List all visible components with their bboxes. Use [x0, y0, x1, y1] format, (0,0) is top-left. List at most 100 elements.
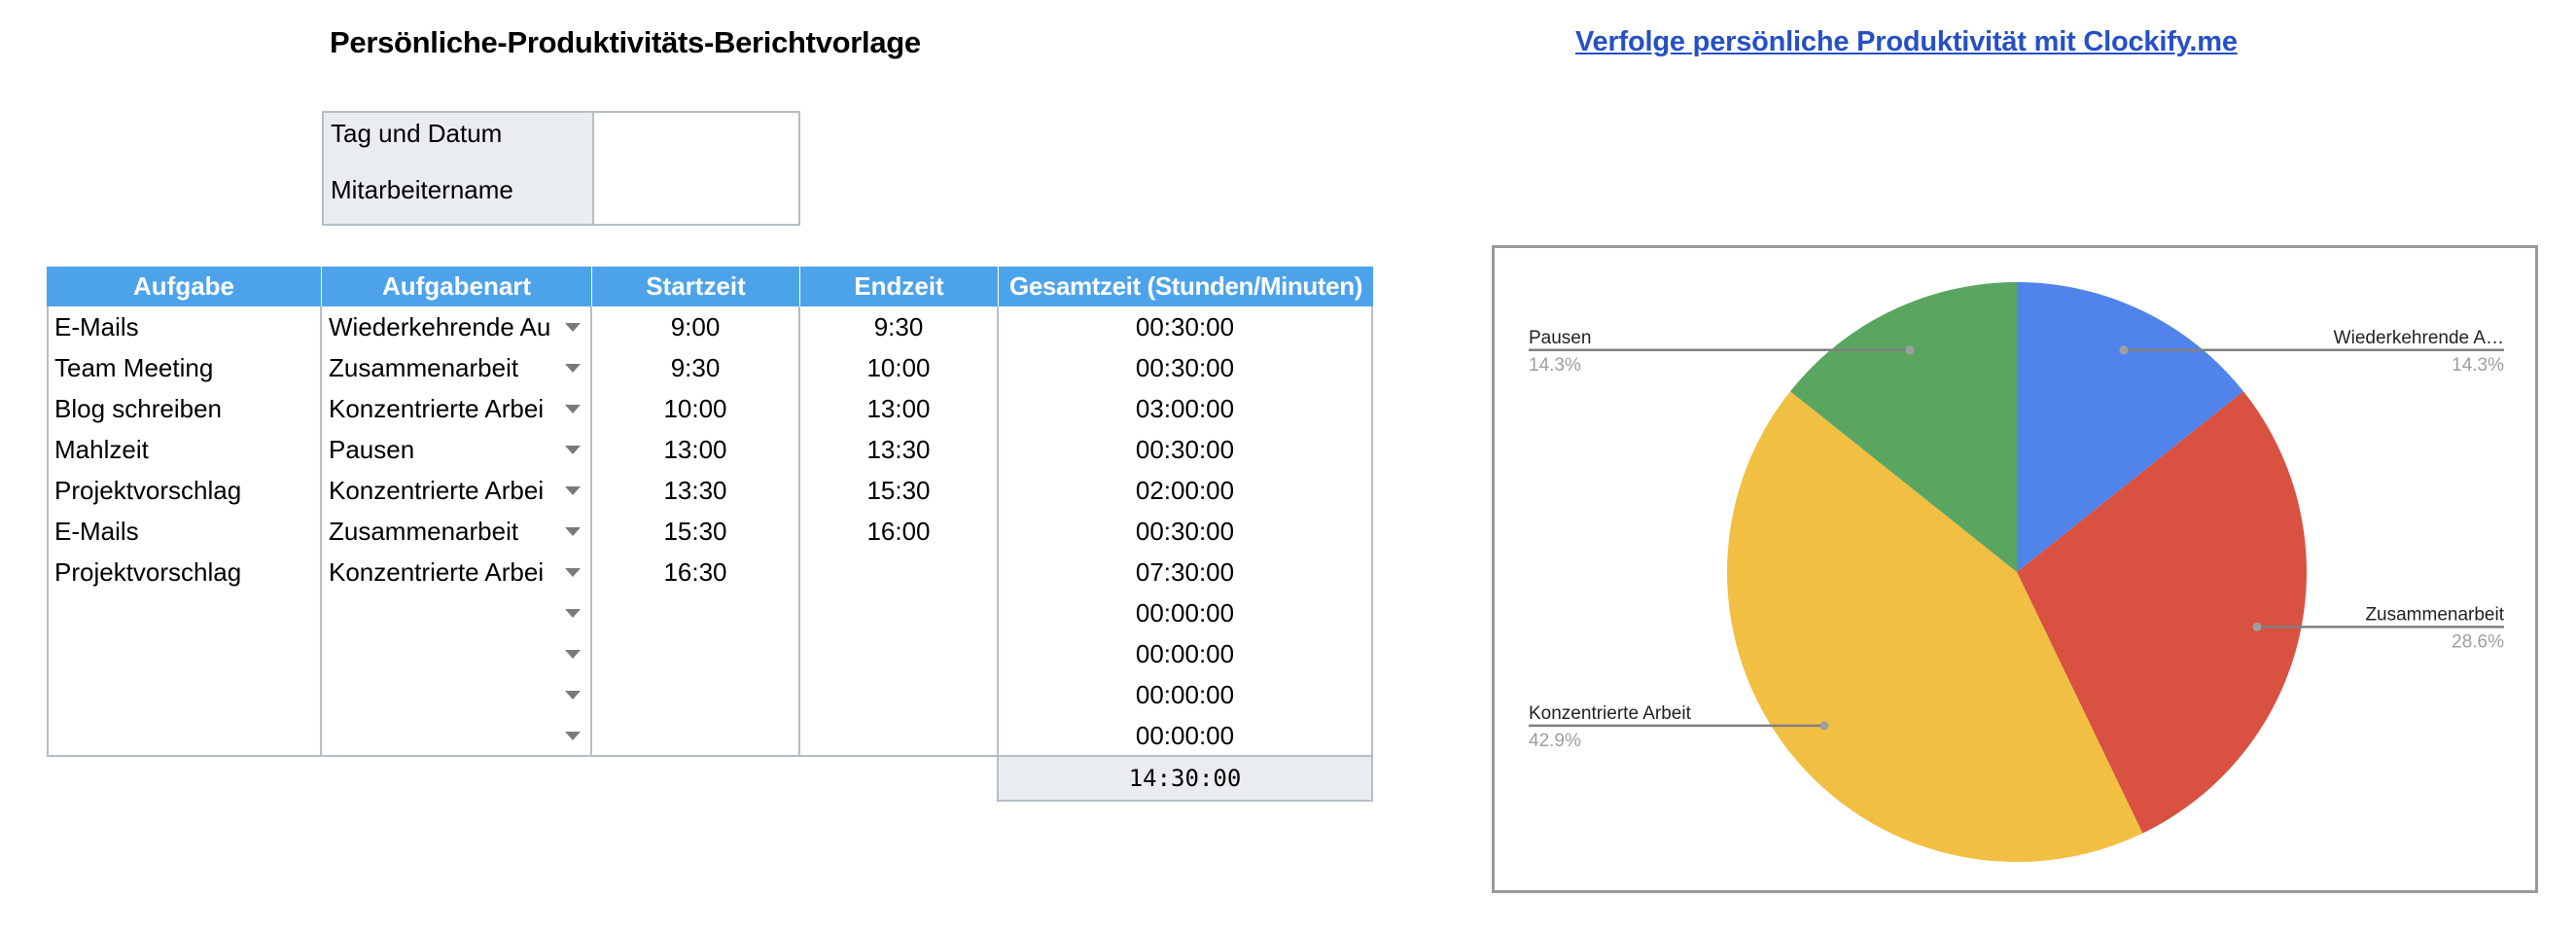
slice-label: Konzentrierte Arbeit	[1529, 703, 1692, 724]
slice-label: Pausen	[1529, 328, 1591, 348]
task-cell[interactable]: Projektvorschlag	[54, 552, 317, 592]
task-cell[interactable]: Mahlzeit	[54, 429, 317, 470]
task-type-cell[interactable]: Zusammenarbeit	[329, 347, 564, 388]
start-time-cell[interactable]	[592, 633, 798, 674]
start-time-cell[interactable]: 16:30	[592, 552, 798, 592]
dropdown-arrow-icon[interactable]	[565, 568, 581, 577]
table-row: Blog schreiben Konzentrierte Arbei 10:00 13…	[47, 388, 1373, 429]
dropdown-arrow-icon[interactable]	[565, 691, 581, 700]
start-time-cell[interactable]: 13:30	[592, 470, 798, 511]
dropdown-arrow-icon[interactable]	[565, 732, 581, 740]
column-header-gesamtzeit: Gesamtzeit (Stunden/Minuten)	[999, 267, 1373, 306]
column-header-startzeit: Startzeit	[592, 267, 799, 306]
end-time-cell[interactable]: 10:00	[800, 347, 997, 388]
total-time-cell: 00:30:00	[1135, 312, 1235, 341]
dropdown-arrow-icon[interactable]	[565, 323, 581, 332]
task-type-cell[interactable]: Konzentrierte Arbei	[329, 552, 564, 592]
total-time-cell: 03:00:00	[1135, 394, 1235, 423]
task-type-cell[interactable]	[329, 592, 564, 633]
column-header-aufgabe: Aufgabe	[47, 267, 321, 306]
table-row: Team Meeting Zusammenarbeit 9:30 10:00 00:30…	[47, 347, 1373, 388]
dropdown-arrow-icon[interactable]	[565, 609, 581, 618]
task-cell[interactable]: Blog schreiben	[54, 388, 317, 429]
start-time-cell[interactable]: 13:00	[592, 429, 798, 470]
table-row: 00:00:00	[47, 592, 1373, 633]
grand-total-value: 14:30:00	[1128, 765, 1242, 792]
grand-total-cell: 14:30:00	[997, 755, 1373, 802]
callout-anchor-dot	[2252, 622, 2262, 631]
total-time-cell: 00:00:00	[1135, 639, 1235, 668]
start-time-cell[interactable]: 9:00	[592, 306, 798, 347]
table-row: 00:00:00	[47, 715, 1373, 756]
end-time-cell[interactable]	[800, 552, 997, 592]
task-type-cell[interactable]: Konzentrierte Arbei	[329, 388, 564, 429]
slice-percent-label: 42.9%	[1529, 731, 1581, 751]
dropdown-arrow-icon[interactable]	[565, 527, 581, 536]
task-cell[interactable]: Projektvorschlag	[54, 470, 317, 511]
slice-label: Zusammenarbeit	[2365, 604, 2504, 625]
task-type-cell[interactable]: Pausen	[329, 429, 564, 470]
end-time-cell[interactable]	[800, 674, 997, 715]
task-cell[interactable]	[54, 674, 317, 715]
end-time-cell[interactable]: 13:30	[800, 429, 997, 470]
column-header-aufgabenart: Aufgabenart	[322, 267, 591, 306]
task-type-cell[interactable]: Konzentrierte Arbei	[329, 470, 564, 511]
info-box: Tag und Datum Mitarbeitername	[322, 111, 800, 226]
end-time-cell[interactable]: 16:00	[800, 511, 997, 552]
task-cell[interactable]	[54, 715, 317, 756]
table-row: 00:00:00	[47, 674, 1373, 715]
end-time-cell[interactable]: 13:00	[800, 388, 997, 429]
table-row: E-Mails Wiederkehrende Au 9:00 9:30 00:30:00	[47, 306, 1373, 347]
employee-name-field[interactable]	[594, 168, 798, 224]
start-time-cell[interactable]: 9:30	[592, 347, 798, 388]
task-cell[interactable]: E-Mails	[54, 306, 317, 347]
table-row: Mahlzeit Pausen 13:00 13:30 00:30:00	[47, 429, 1373, 470]
task-type-cell[interactable]	[329, 633, 564, 674]
start-time-cell[interactable]: 10:00	[592, 388, 798, 429]
table-row: 00:00:00	[47, 633, 1373, 674]
task-cell[interactable]: E-Mails	[54, 511, 317, 552]
start-time-cell[interactable]	[592, 674, 798, 715]
start-time-cell[interactable]	[592, 715, 798, 756]
task-type-cell[interactable]: Zusammenarbeit	[329, 511, 564, 552]
task-cell[interactable]: Team Meeting	[54, 347, 317, 388]
label-tag-und-datum: Tag und Datum	[331, 119, 503, 148]
end-time-cell[interactable]	[800, 592, 997, 633]
dropdown-arrow-icon[interactable]	[565, 405, 581, 413]
total-time-cell: 00:00:00	[1135, 680, 1235, 709]
total-time-cell: 00:30:00	[1135, 353, 1235, 382]
callout-anchor-dot	[1819, 721, 1829, 731]
total-time-cell: 00:30:00	[1135, 517, 1235, 546]
page-title: Persönliche-Produktivitäts-Berichtvorlag…	[330, 25, 921, 59]
total-time-cell: 00:30:00	[1135, 435, 1235, 464]
callout-anchor-dot	[2119, 345, 2129, 355]
start-time-cell[interactable]	[592, 592, 798, 633]
task-cell[interactable]	[54, 633, 317, 674]
date-field[interactable]	[594, 113, 798, 168]
dropdown-arrow-icon[interactable]	[565, 446, 581, 454]
end-time-cell[interactable]: 15:30	[800, 470, 997, 511]
end-time-cell[interactable]	[800, 715, 997, 756]
table-row: Projektvorschlag Konzentrierte Arbei 13:30…	[47, 470, 1373, 511]
pie-chart[interactable]: Wiederkehrende A… 14.3% Zusammenarbeit 28.6…	[1492, 245, 2538, 893]
table-row: E-Mails Zusammenarbeit 15:30 16:00 00:30:00	[47, 511, 1373, 552]
slice-percent-label: 14.3%	[1529, 355, 1581, 376]
label-mitarbeitername: Mitarbeitername	[331, 175, 513, 204]
info-labels: Tag und Datum Mitarbeitername	[324, 113, 594, 224]
end-time-cell[interactable]	[800, 633, 997, 674]
start-time-cell[interactable]: 15:30	[592, 511, 798, 552]
dropdown-arrow-icon[interactable]	[565, 486, 581, 495]
slice-label: Wiederkehrende A…	[2334, 328, 2504, 348]
task-type-cell[interactable]	[329, 715, 564, 756]
clockify-link[interactable]: Verfolge persönliche Produktivität mit C…	[1575, 26, 2238, 58]
end-time-cell[interactable]: 9:30	[800, 306, 997, 347]
task-type-cell[interactable]: Wiederkehrende Au	[329, 306, 564, 347]
task-cell[interactable]	[54, 592, 317, 633]
total-time-cell: 02:00:00	[1135, 476, 1235, 505]
slice-percent-label: 28.6%	[2452, 631, 2504, 652]
dropdown-arrow-icon[interactable]	[565, 650, 581, 659]
slice-percent-label: 14.3%	[2452, 355, 2504, 376]
dropdown-arrow-icon[interactable]	[565, 364, 581, 373]
callout-anchor-dot	[1905, 345, 1915, 355]
task-type-cell[interactable]	[329, 674, 564, 715]
